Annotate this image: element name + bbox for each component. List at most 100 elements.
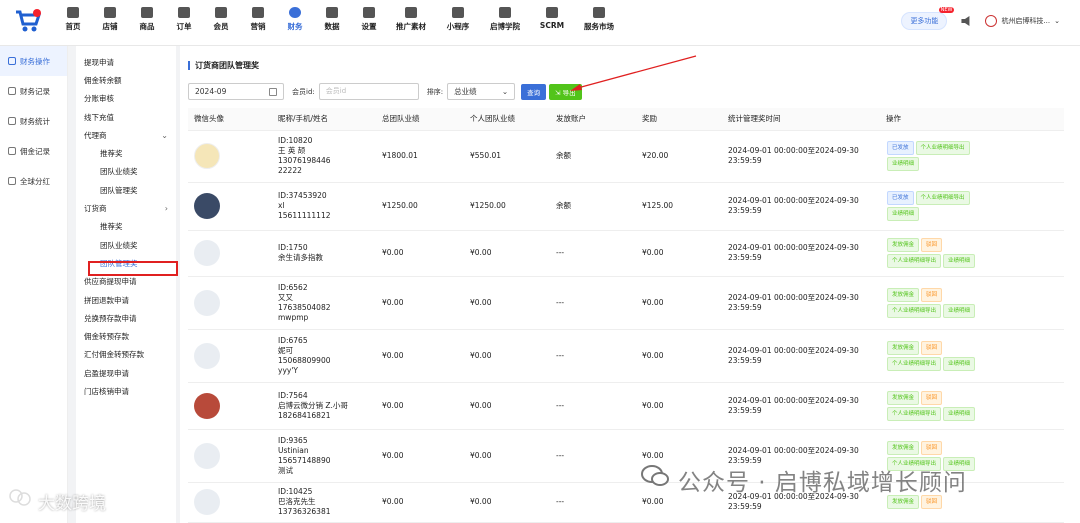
company-switcher[interactable]: 杭州启博科技... ⌄ [985, 15, 1060, 27]
subnav-item[interactable]: 提现申请 [76, 53, 176, 71]
op-button[interactable]: 驳回 [921, 390, 943, 405]
nav-item[interactable]: 启博学院 [483, 4, 527, 42]
home-icon [67, 7, 79, 18]
chevron-down-icon: ⌄ [161, 130, 168, 140]
subnav-item[interactable]: 佣金转预存款 [76, 327, 176, 345]
op-button[interactable]: 发放佣金 [887, 495, 920, 509]
subnav-item[interactable]: 订货商 › [76, 199, 176, 217]
account-cell: --- [550, 276, 636, 330]
sidebar-item-label: 财务操作 [20, 56, 50, 66]
sidebar-item[interactable]: 佣金记录 [0, 136, 67, 166]
op-button[interactable]: 业绩明细 [943, 254, 976, 268]
account-cell: --- [550, 230, 636, 277]
op-button[interactable]: 业绩明细 [943, 406, 976, 421]
subnav-item[interactable]: 启盈提现申请 [76, 364, 176, 382]
sidebar-item[interactable]: 财务记录 [0, 76, 67, 106]
month-picker[interactable]: 2024-09 [188, 83, 284, 100]
op-button[interactable]: 个人业绩明细导出 [915, 191, 970, 205]
nav-item[interactable]: 会员 [204, 4, 238, 42]
op-button[interactable]: 个人业绩明细导出 [887, 254, 942, 268]
sidebar-item[interactable]: 全球分红 [0, 166, 67, 196]
nav-item[interactable]: 店铺 [93, 4, 127, 42]
nav-item[interactable]: SCRM [530, 4, 574, 42]
nav-item[interactable]: 推广素材 [389, 4, 433, 42]
op-button[interactable]: 个人业绩明细导出 [887, 356, 942, 371]
chevron-down-icon: ⌄ [1054, 17, 1060, 25]
nav-item[interactable]: 数据 [315, 4, 349, 42]
more-features-button[interactable]: 更多功能 NEW [901, 7, 955, 30]
subnav-item[interactable]: 分账审核 [76, 90, 176, 108]
op-button[interactable]: 业绩明细 [887, 207, 920, 221]
nav-item[interactable]: 设置 [352, 4, 386, 42]
subnav-item[interactable]: 团队管理奖 [76, 181, 176, 199]
period-cell: 2024-09-01 00:00:00至2024-09-30 23:59:59 [722, 230, 880, 277]
op-button[interactable]: 业绩明细 [943, 356, 976, 371]
name-line: ID:7564 [278, 390, 308, 400]
subnav-item[interactable]: 门店核销申请 [76, 382, 176, 400]
op-button[interactable]: 驳回 [921, 238, 943, 252]
op-button[interactable]: 发放佣金 [887, 340, 920, 355]
subnav-label: 分账审核 [84, 94, 114, 104]
nav-label: 启博学院 [490, 22, 520, 31]
op-button[interactable]: 发放佣金 [887, 440, 920, 455]
subnav-item[interactable]: 汇付佣金转预存款 [76, 346, 176, 364]
sort-select[interactable]: 总业绩 ⌄ [447, 83, 516, 100]
name-line: mwpmp [278, 312, 309, 322]
subnav-item[interactable]: 代理商 ⌄ [76, 126, 176, 144]
chevron-right-icon: › [164, 204, 168, 214]
subnav-item[interactable]: 佣金转余额 [76, 71, 176, 89]
op-button[interactable]: 业绩明细 [943, 303, 976, 318]
subnav-item[interactable]: 团队业绩奖 [76, 163, 176, 181]
sidebar-item[interactable]: 财务操作 [0, 46, 67, 76]
cart-logo-icon[interactable] [14, 8, 42, 34]
op-button[interactable]: 已发放 [887, 191, 914, 205]
op-button[interactable]: 个人业绩明细导出 [887, 406, 942, 421]
query-button[interactable]: 查询 [521, 83, 547, 100]
nav-item[interactable]: 首页 [56, 4, 90, 42]
period-line: 23:59:59 [728, 156, 762, 165]
op-button[interactable]: 已发放 [887, 141, 914, 155]
column-header: 个人团队业绩 [464, 108, 550, 131]
member-id-input[interactable]: 会员id [318, 83, 419, 100]
subnav-item[interactable]: 拼团退款申请 [76, 291, 176, 309]
nav-item[interactable]: 小程序 [436, 4, 480, 42]
personal-cell: ¥1250.00 [464, 182, 550, 231]
nav-item[interactable]: 商品 [130, 4, 164, 42]
avatar-cell [188, 230, 272, 277]
op-button[interactable]: 驳回 [921, 440, 943, 455]
service-market-icon [593, 7, 605, 18]
op-button[interactable]: 驳回 [921, 495, 943, 509]
nav-item[interactable]: 营销 [241, 4, 275, 42]
op-button[interactable]: 个人业绩明细导出 [915, 141, 970, 155]
period-line: 2024-09-01 00:00:00至2024-09-30 [728, 146, 859, 155]
total-cell: ¥0.00 [376, 429, 464, 483]
subnav-label: 订货商 [84, 204, 107, 214]
op-button[interactable]: 驳回 [921, 287, 943, 302]
speaker-icon[interactable] [961, 16, 970, 26]
op-button[interactable]: 发放佣金 [887, 390, 920, 405]
op-button[interactable]: 业绩明细 [887, 157, 920, 171]
nav-item[interactable]: 财务 [278, 4, 312, 42]
subnav-item[interactable]: 推荐奖 [76, 144, 176, 162]
op-button[interactable]: 发放佣金 [887, 287, 920, 302]
period-cell: 2024-09-01 00:00:00至2024-09-30 23:59:59 [722, 382, 880, 430]
name-line: Ustinian [278, 445, 309, 455]
personal-cell: ¥0.00 [464, 276, 550, 330]
subnav-item[interactable]: 推荐奖 [76, 218, 176, 236]
name-cell: ID:10425 巴洛克先生 13736326381 [272, 482, 376, 523]
op-button[interactable]: 驳回 [921, 340, 943, 355]
watermark-right: 公众号 · 启博私域增长顾问 [678, 470, 967, 496]
name-line: ID:6562 [278, 282, 308, 292]
period-line: 2024-09-01 00:00:00至2024-09-30 [728, 445, 859, 455]
nav-item[interactable]: 订单 [167, 4, 201, 42]
subnav-item[interactable]: 团队业绩奖 [76, 236, 176, 254]
op-button[interactable]: 个人业绩明细导出 [887, 303, 942, 318]
period-line: 23:59:59 [728, 405, 762, 415]
nav-item[interactable]: 服务市场 [577, 4, 621, 42]
subnav-item[interactable]: 兑换预存款申请 [76, 309, 176, 327]
name-line: 13076198446 [278, 156, 331, 165]
op-button[interactable]: 发放佣金 [887, 238, 920, 252]
subnav-item[interactable]: 线下充值 [76, 108, 176, 126]
name-line: yyy'Y [278, 365, 298, 375]
sidebar-item[interactable]: 财务统计 [0, 106, 67, 136]
